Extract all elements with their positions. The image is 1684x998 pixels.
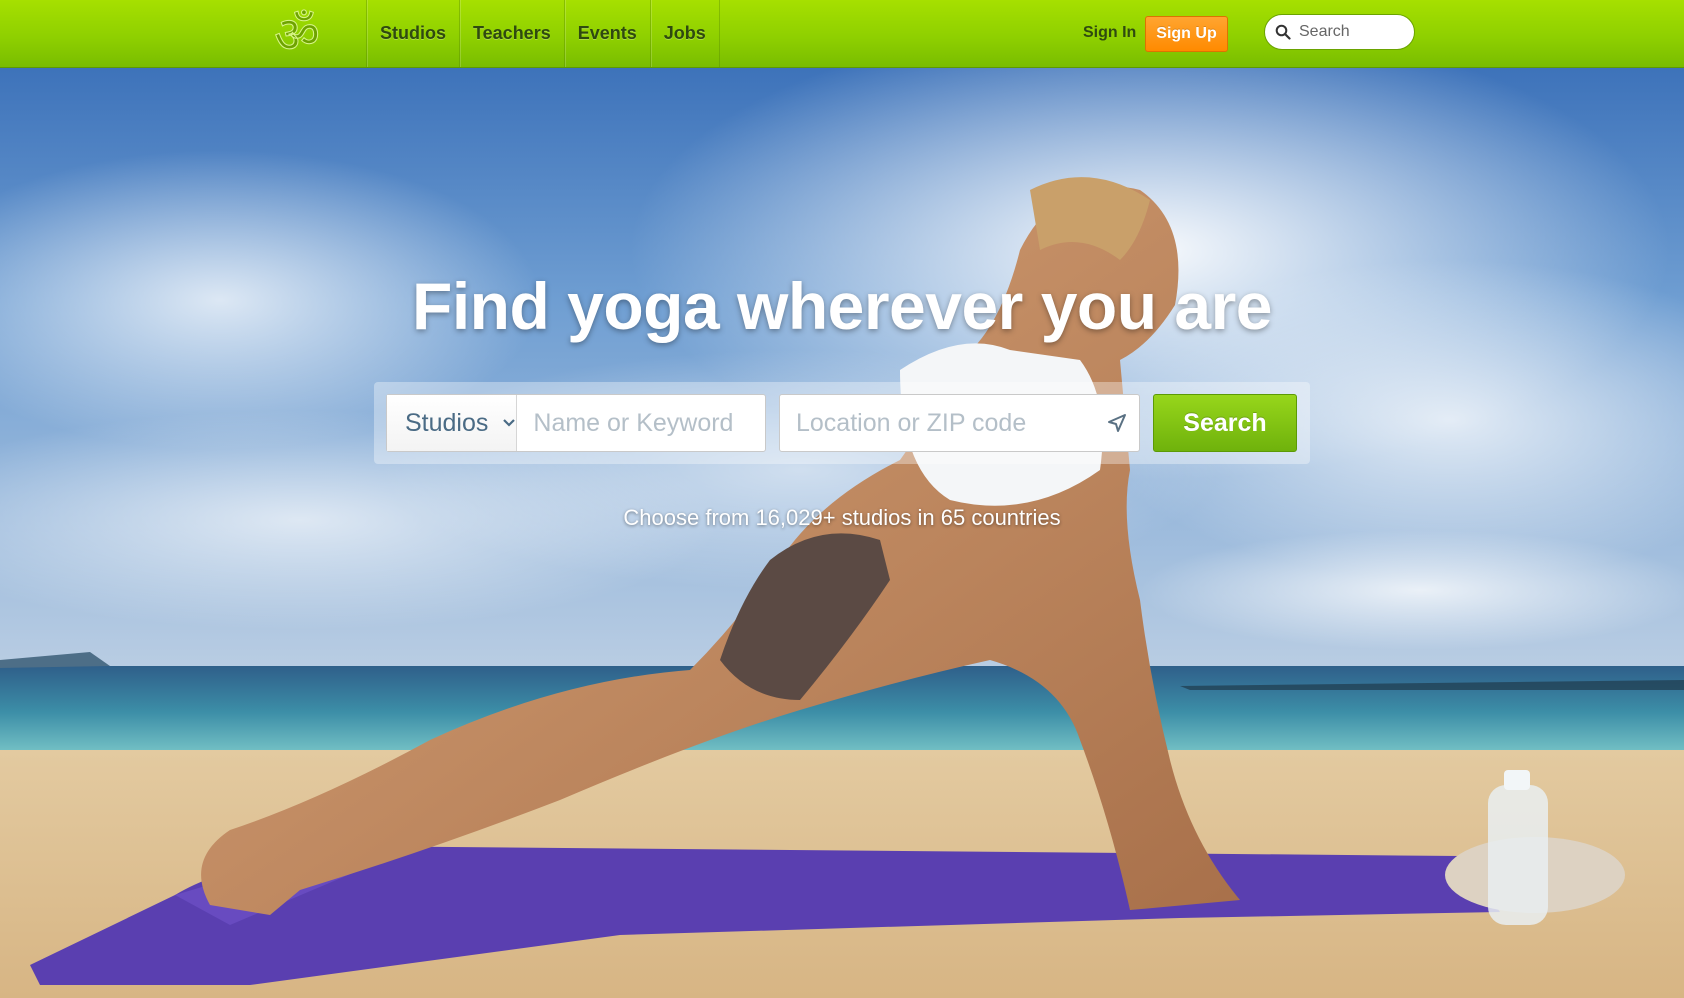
nav-link-teachers[interactable]: Teachers [460, 0, 565, 67]
location-arrow-icon[interactable] [1107, 413, 1127, 433]
hero-tagline: Choose from 16,029+ studios in 65 countr… [623, 505, 1061, 530]
sign-up-button[interactable]: Sign Up [1145, 16, 1228, 52]
nav-link-jobs[interactable]: Jobs [651, 0, 720, 67]
top-nav-bar: ॐ Studios Teachers Events Jobs Sign In S… [0, 0, 1684, 68]
om-symbol-icon[interactable]: ॐ [266, 4, 328, 65]
chevron-down-icon [503, 419, 516, 427]
hero-headline: Find yoga wherever you are [412, 269, 1272, 343]
svg-text:ॐ: ॐ [274, 6, 320, 64]
header-search-input[interactable] [1297, 22, 1411, 42]
main-nav: Studios Teachers Events Jobs [366, 0, 720, 67]
page: ॐ Studios Teachers Events Jobs Sign In S… [0, 0, 1684, 998]
location-search-group [779, 394, 1140, 452]
search-type-value: Studios [405, 408, 489, 437]
sign-in-link[interactable]: Sign In [1083, 24, 1136, 42]
keyword-search-group: Studios [386, 394, 766, 452]
search-icon [1275, 24, 1291, 40]
nav-link-studios[interactable]: Studios [367, 0, 460, 67]
location-input[interactable] [780, 407, 1107, 439]
hero-background-image [0, 0, 1684, 998]
keyword-input[interactable] [517, 395, 765, 451]
search-type-dropdown[interactable]: Studios [387, 395, 518, 451]
header-search-box[interactable] [1264, 14, 1415, 50]
hero-search-button[interactable]: Search [1153, 394, 1297, 452]
nav-link-events[interactable]: Events [565, 0, 651, 67]
